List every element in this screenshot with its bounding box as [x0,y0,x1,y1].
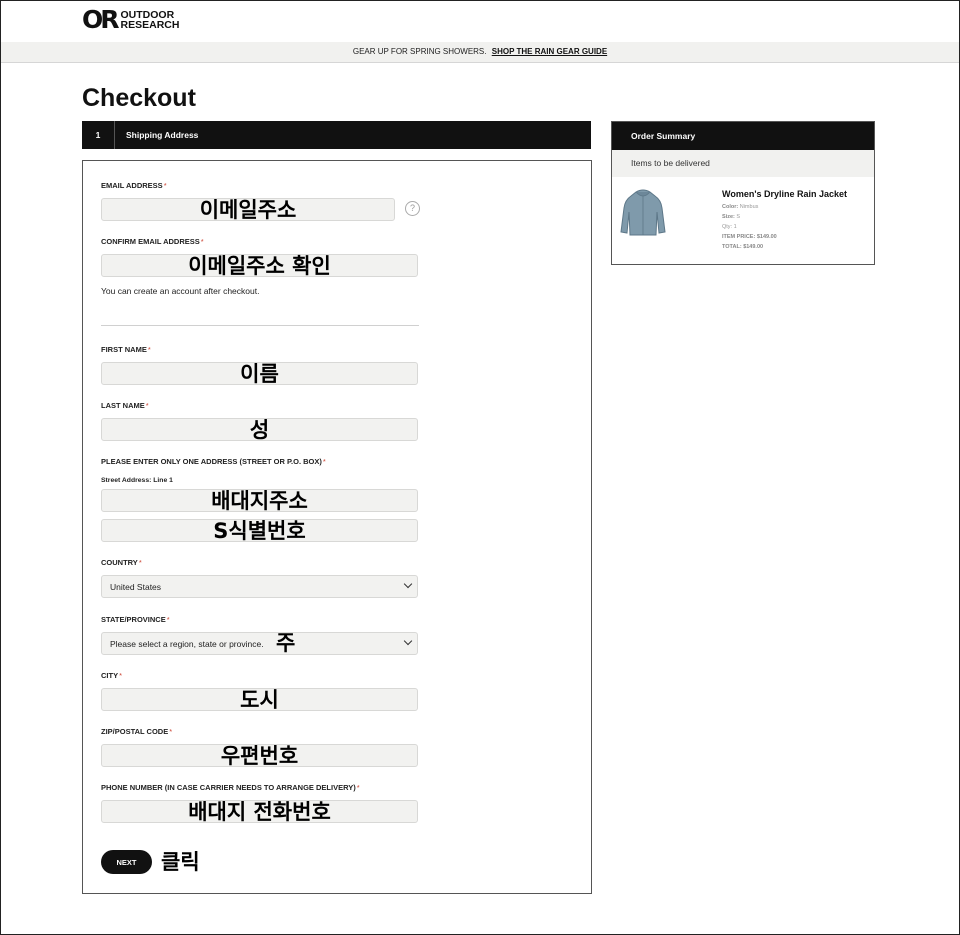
product-size: Size: S [722,214,740,220]
next-button[interactable]: NEXT [101,850,152,874]
chevron-down-icon [403,636,413,646]
first-name-label-text: FIRST NAME [101,345,147,354]
step-header: 1 Shipping Address [82,121,591,149]
city-label-text: CITY [101,671,119,680]
state-select[interactable]: Please select a region, state or provinc… [101,631,418,655]
qty-label: Qty: [722,224,733,230]
last-name-label: LAST NAME* [101,401,149,410]
product-color: Color: Nimbus [722,204,758,210]
account-hint: You can create an account after checkout… [101,286,260,296]
price-value: $149.00 [756,234,777,240]
street-line1-field[interactable]: 배대지주소 [101,489,418,513]
email-field[interactable]: 이메일주소 [101,198,395,222]
logo-text: OUTDOOR RESEARCH [120,10,180,31]
phone-label-text: PHONE NUMBER (IN CASE CARRIER NEEDS TO A… [101,783,356,792]
zip-label: ZIP/POSTAL CODE* [101,727,172,736]
email-annotation: 이메일주소 [199,198,297,222]
step-label: Shipping Address [126,130,199,140]
logo-line-2: RESEARCH [120,19,180,31]
required-mark: * [356,783,360,792]
required-mark: * [163,181,167,190]
page-title: Checkout [82,84,196,112]
first-name-annotation: 이름 [240,362,279,386]
product-total: TOTAL: $149.00 [722,244,763,250]
street-line2-field[interactable]: S식별번호 [101,519,418,543]
brand-logo[interactable]: OR OUTDOOR RESEARCH [82,5,180,34]
required-mark: * [322,457,326,466]
product-qty: Qty: 1 [722,224,737,230]
required-mark: * [166,615,170,624]
country-select[interactable]: United States [101,575,418,598]
total-label: TOTAL: [722,244,742,250]
address-label: PLEASE ENTER ONLY ONE ADDRESS (STREET OR… [101,457,326,466]
last-name-label-text: LAST NAME [101,401,145,410]
street-line2-annotation: S식별번호 [213,519,306,543]
state-label-text: STATE/PROVINCE [101,615,166,624]
color-value: Nimbus [739,204,759,210]
email-label: EMAIL ADDRESS* [101,181,167,190]
order-summary-subtitle: Items to be delivered [612,150,874,177]
required-mark: * [145,401,149,410]
chevron-down-icon [403,579,413,589]
street-line1-label: Street Address: Line 1 [101,477,173,484]
promo-text: GEAR UP FOR SPRING SHOWERS. [352,47,487,56]
email-label-text: EMAIL ADDRESS [101,181,163,190]
country-label-text: COUNTRY [101,558,138,567]
confirm-email-label: CONFIRM EMAIL ADDRESS* [101,237,204,246]
city-field[interactable]: 도시 [101,688,418,712]
zip-field[interactable]: 우편번호 [101,744,418,768]
phone-field[interactable]: 배대지 전화번호 [101,800,418,824]
order-summary-title: Order Summary [612,122,874,150]
size-label: Size: [722,214,735,220]
logo-mark-icon: OR [82,5,119,34]
last-name-field[interactable]: 성 [101,418,418,442]
phone-label: PHONE NUMBER (IN CASE CARRIER NEEDS TO A… [101,783,360,792]
confirm-email-annotation: 이메일주소 확인 [188,254,331,278]
country-label: COUNTRY* [101,558,142,567]
phone-annotation: 배대지 전화번호 [188,800,331,824]
product-name[interactable]: Women's Dryline Rain Jacket [722,189,847,199]
state-annotation: 주 [276,631,296,655]
required-mark: * [119,671,123,680]
last-name-annotation: 성 [249,418,270,442]
promo-link[interactable]: SHOP THE RAIN GEAR GUIDE [492,47,607,56]
state-placeholder: Please select a region, state or provinc… [110,639,264,649]
city-label: CITY* [101,671,122,680]
click-annotation: 클릭 [161,850,200,874]
help-icon[interactable]: ? [405,201,420,216]
required-mark: * [138,558,142,567]
confirm-email-label-text: CONFIRM EMAIL ADDRESS [101,237,200,246]
jacket-image[interactable] [619,188,667,238]
state-label: STATE/PROVINCE* [101,615,170,624]
confirm-email-field[interactable]: 이메일주소 확인 [101,254,418,278]
first-name-label: FIRST NAME* [101,345,151,354]
required-mark: * [200,237,204,246]
product-price: ITEM PRICE: $149.00 [722,234,777,240]
order-summary: Order Summary Items to be delivered Wome… [611,121,875,265]
qty-value: 1 [733,224,737,230]
price-label: ITEM PRICE: [722,234,756,240]
required-mark: * [169,727,173,736]
address-label-text: PLEASE ENTER ONLY ONE ADDRESS (STREET OR… [101,457,322,466]
zip-annotation: 우편번호 [220,744,299,768]
country-value: United States [110,582,162,592]
required-mark: * [147,345,151,354]
total-value: $149.00 [743,244,764,250]
zip-label-text: ZIP/POSTAL CODE [101,727,169,736]
form-divider [101,325,419,326]
promo-banner: GEAR UP FOR SPRING SHOWERS. SHOP THE RAI… [1,42,959,63]
step-number: 1 [82,121,115,149]
street-line1-annotation: 배대지주소 [211,489,308,513]
first-name-field[interactable]: 이름 [101,362,418,386]
size-value: S [736,214,741,220]
color-label: Color: [722,204,739,210]
city-annotation: 도시 [240,688,279,712]
